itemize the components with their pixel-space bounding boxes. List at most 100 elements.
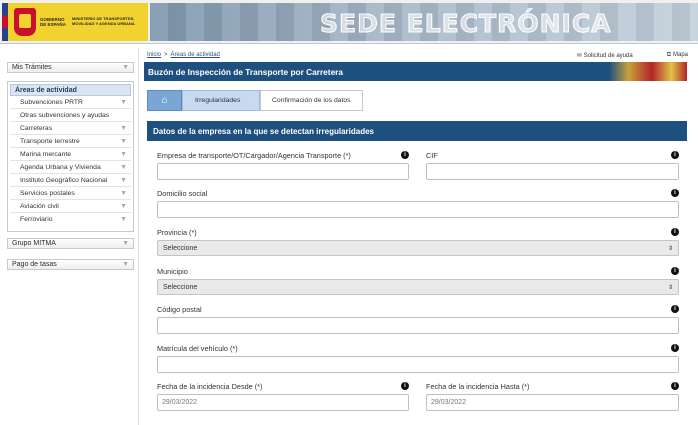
nav-item-label: Ferroviario bbox=[20, 216, 53, 223]
municipio-select[interactable]: Seleccione ⇕ bbox=[157, 279, 679, 295]
municipio-selected: Seleccione bbox=[163, 283, 198, 291]
provincia-selected: Seleccione bbox=[163, 244, 198, 252]
fecha-hasta-value: 29/03/2022 bbox=[431, 399, 467, 406]
site-header: GOBIERNO DE ESPAÑA MINISTERIO DE TRANSPO… bbox=[0, 0, 698, 44]
flag-decoration bbox=[609, 62, 687, 81]
breadcrumb-current-link[interactable]: Áreas de actividad bbox=[171, 52, 220, 58]
nav-grupo-label: Grupo MITMA bbox=[12, 240, 56, 247]
help-request-link[interactable]: ✉ Solicitud de ayuda bbox=[577, 52, 633, 59]
breadcrumb-home-link[interactable]: Inicio bbox=[147, 52, 161, 58]
step-confirmacion[interactable]: Confirmación de los datos bbox=[260, 90, 363, 111]
nav-pago-tasas[interactable]: Pago de tasas ▼ bbox=[7, 259, 134, 270]
nav-item-servicios-postales[interactable]: Servicios postales ▼ bbox=[10, 187, 131, 200]
fecha-desde-value: 29/03/2022 bbox=[162, 399, 198, 406]
chevron-down-icon: ▼ bbox=[122, 64, 129, 71]
nav-item-ferroviario[interactable]: Ferroviario ▼ bbox=[10, 213, 131, 226]
cif-label: CIF bbox=[426, 151, 438, 160]
nav-item-label: Otras subvenciones y ayudas bbox=[20, 111, 110, 119]
chevron-down-icon: ▼ bbox=[120, 189, 127, 197]
empresa-label: Empresa de transporte/OT/Cargador/Agenci… bbox=[157, 151, 351, 160]
nav-mis-tramites[interactable]: Mis Trámites ▼ bbox=[7, 62, 134, 73]
nav-areas-title[interactable]: Áreas de actividad bbox=[10, 84, 131, 96]
wizard-steps: ⌂ Irregularidades Confirmación de los da… bbox=[147, 90, 363, 111]
site-map-link[interactable]: ⧉ Mapa bbox=[667, 52, 688, 59]
chevron-down-icon: ▼ bbox=[120, 176, 127, 184]
chevron-down-icon: ▼ bbox=[120, 150, 127, 158]
nav-item-transporte-terrestre[interactable]: Transporte terrestre ▼ bbox=[10, 135, 131, 148]
section-title: Datos de la empresa en la que se detecta… bbox=[147, 121, 687, 141]
envelope-icon: ✉ bbox=[576, 53, 582, 59]
select-arrows-icon: ⇕ bbox=[667, 245, 673, 252]
nav-pago-label: Pago de tasas bbox=[12, 261, 57, 268]
nav-areas-actividad: Áreas de actividad Subvenciones PRTR ▼ Ot… bbox=[7, 81, 134, 232]
nav-item-agenda-urbana[interactable]: Agenda Urbana y Vivienda ▼ bbox=[10, 161, 131, 174]
municipio-label: Municipio bbox=[157, 267, 188, 276]
banner-title: SEDE ELECTRÓNICA bbox=[320, 9, 612, 39]
coat-of-arms-icon bbox=[14, 8, 36, 36]
nav-item-label: Marina mercante bbox=[20, 150, 71, 158]
nav-item-marina-mercante[interactable]: Marina mercante ▼ bbox=[10, 148, 131, 161]
nav-item-subvenciones-prtr[interactable]: Subvenciones PRTR ▼ bbox=[10, 96, 131, 109]
fecha-hasta-input[interactable]: 29/03/2022 bbox=[426, 394, 679, 411]
nav-item-otras-subvenciones[interactable]: Otras subvenciones y ayudas bbox=[10, 109, 131, 122]
nav-item-label: Servicios postales bbox=[20, 189, 75, 197]
select-arrows-icon: ⇕ bbox=[667, 284, 673, 291]
government-logo[interactable]: GOBIERNO DE ESPAÑA MINISTERIO DE TRANSPO… bbox=[2, 3, 148, 41]
empresa-input[interactable] bbox=[157, 163, 409, 180]
sitemap-icon: ⧉ bbox=[666, 52, 671, 58]
nav-item-carreteras[interactable]: Carreteras ▼ bbox=[10, 122, 131, 135]
info-icon[interactable]: i bbox=[671, 228, 679, 236]
fecha-desde-input[interactable]: 29/03/2022 bbox=[157, 394, 409, 411]
breadcrumb: Inicio > Áreas de actividad bbox=[147, 52, 220, 58]
fecha-hasta-label: Fecha de la incidencia Hasta (*) bbox=[426, 382, 530, 391]
site-map-label: Mapa bbox=[672, 52, 688, 58]
info-icon[interactable]: i bbox=[401, 382, 409, 390]
chevron-down-icon: ▼ bbox=[120, 124, 127, 132]
cp-input[interactable] bbox=[157, 317, 679, 334]
nav-item-label: Instituto Geográfico Nacional bbox=[20, 176, 108, 184]
matricula-input[interactable] bbox=[157, 356, 679, 373]
info-icon[interactable]: i bbox=[671, 189, 679, 197]
info-icon[interactable]: i bbox=[401, 151, 409, 159]
info-icon[interactable]: i bbox=[671, 382, 679, 390]
breadcrumb-separator: > bbox=[164, 52, 168, 58]
help-request-label: Solicitud de ayuda bbox=[583, 53, 633, 59]
info-icon[interactable]: i bbox=[671, 151, 679, 159]
nav-item-label: Carreteras bbox=[20, 124, 53, 132]
page-title-bar: Buzón de Inspección de Transporte por Ca… bbox=[144, 62, 687, 81]
info-icon[interactable]: i bbox=[671, 305, 679, 313]
sede-banner: SEDE ELECTRÓNICA bbox=[150, 3, 698, 41]
provincia-select[interactable]: Seleccione ⇕ bbox=[157, 240, 679, 256]
provincia-label: Provincia (*) bbox=[157, 228, 197, 237]
step-home-button[interactable]: ⌂ bbox=[147, 90, 182, 111]
cp-label: Código postal bbox=[157, 305, 202, 314]
nav-item-aviacion-civil[interactable]: Aviación civil ▼ bbox=[10, 200, 131, 213]
ministry-name: MINISTERIO DE TRANSPORTES, MOVILIDAD Y A… bbox=[72, 16, 135, 26]
domicilio-input[interactable] bbox=[157, 201, 679, 218]
top-links: ✉ Solicitud de ayuda ⧉ Mapa bbox=[577, 52, 688, 59]
nav-item-label: Aviación civil bbox=[20, 202, 59, 210]
step-irregularidades[interactable]: Irregularidades bbox=[182, 90, 260, 111]
chevron-down-icon: ▼ bbox=[120, 216, 127, 223]
nav-item-label: Subvenciones PRTR bbox=[20, 98, 83, 106]
nav-divider bbox=[138, 48, 139, 425]
chevron-down-icon: ▼ bbox=[120, 98, 127, 106]
nav-item-label: Agenda Urbana y Vivienda bbox=[20, 163, 101, 171]
info-icon[interactable]: i bbox=[671, 344, 679, 352]
matricula-label: Matrícula del vehículo (*) bbox=[157, 344, 238, 353]
chevron-down-icon: ▼ bbox=[120, 137, 127, 145]
nav-grupo-mitma[interactable]: Grupo MITMA ▼ bbox=[7, 238, 134, 249]
chevron-down-icon: ▼ bbox=[122, 261, 129, 268]
chevron-down-icon: ▼ bbox=[122, 240, 129, 247]
chevron-down-icon: ▼ bbox=[120, 202, 127, 210]
flag-strip bbox=[2, 3, 8, 41]
info-icon[interactable]: i bbox=[671, 267, 679, 275]
fecha-desde-label: Fecha de la incidencia Desde (*) bbox=[157, 382, 263, 391]
chevron-down-icon: ▼ bbox=[120, 163, 127, 171]
nav-item-ign[interactable]: Instituto Geográfico Nacional ▼ bbox=[10, 174, 131, 187]
home-icon: ⌂ bbox=[161, 95, 168, 106]
cif-input[interactable] bbox=[426, 163, 679, 180]
government-name: GOBIERNO DE ESPAÑA bbox=[40, 17, 66, 27]
page-title: Buzón de Inspección de Transporte por Ca… bbox=[148, 66, 344, 77]
nav-mis-tramites-label: Mis Trámites bbox=[12, 64, 52, 71]
